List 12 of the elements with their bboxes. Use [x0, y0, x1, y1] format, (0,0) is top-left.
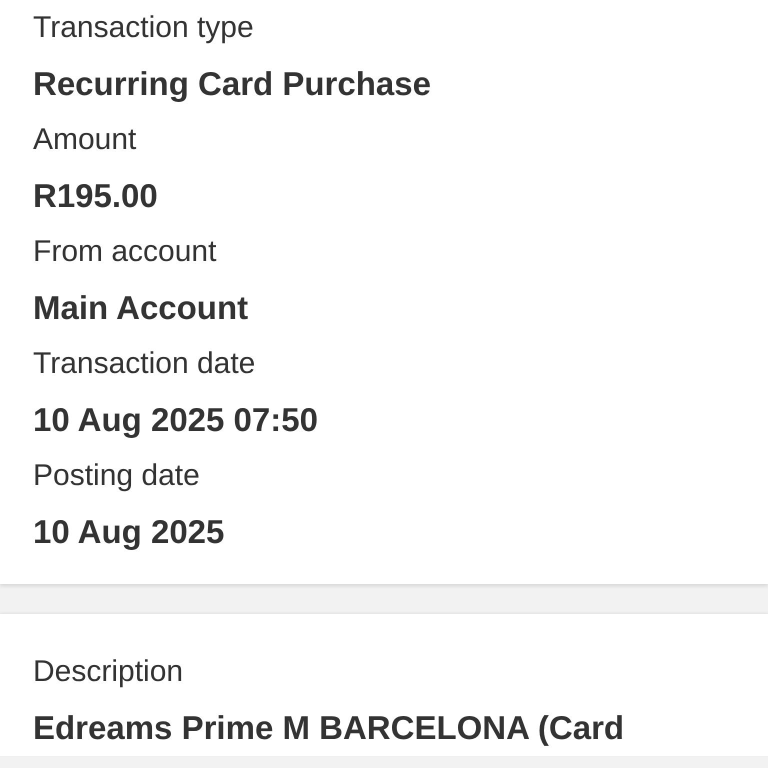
field-value: 10 Aug 2025 07:50 — [33, 400, 319, 440]
field-label: Transaction date — [33, 346, 256, 382]
field-value: Main Account — [33, 288, 250, 328]
field-value: R195.00 — [33, 176, 159, 216]
field-value: Recurring Card Purchase — [33, 64, 432, 104]
field-label: Description — [33, 654, 184, 690]
field-value: Edreams Prime M BARCELONA (Card — [33, 708, 626, 748]
field-value: 10 Aug 2025 — [33, 512, 226, 552]
field-label: Posting date — [33, 458, 201, 494]
field-label: Transaction type — [33, 10, 255, 46]
field-label: Amount — [33, 122, 138, 158]
field-label: From account — [33, 234, 218, 270]
